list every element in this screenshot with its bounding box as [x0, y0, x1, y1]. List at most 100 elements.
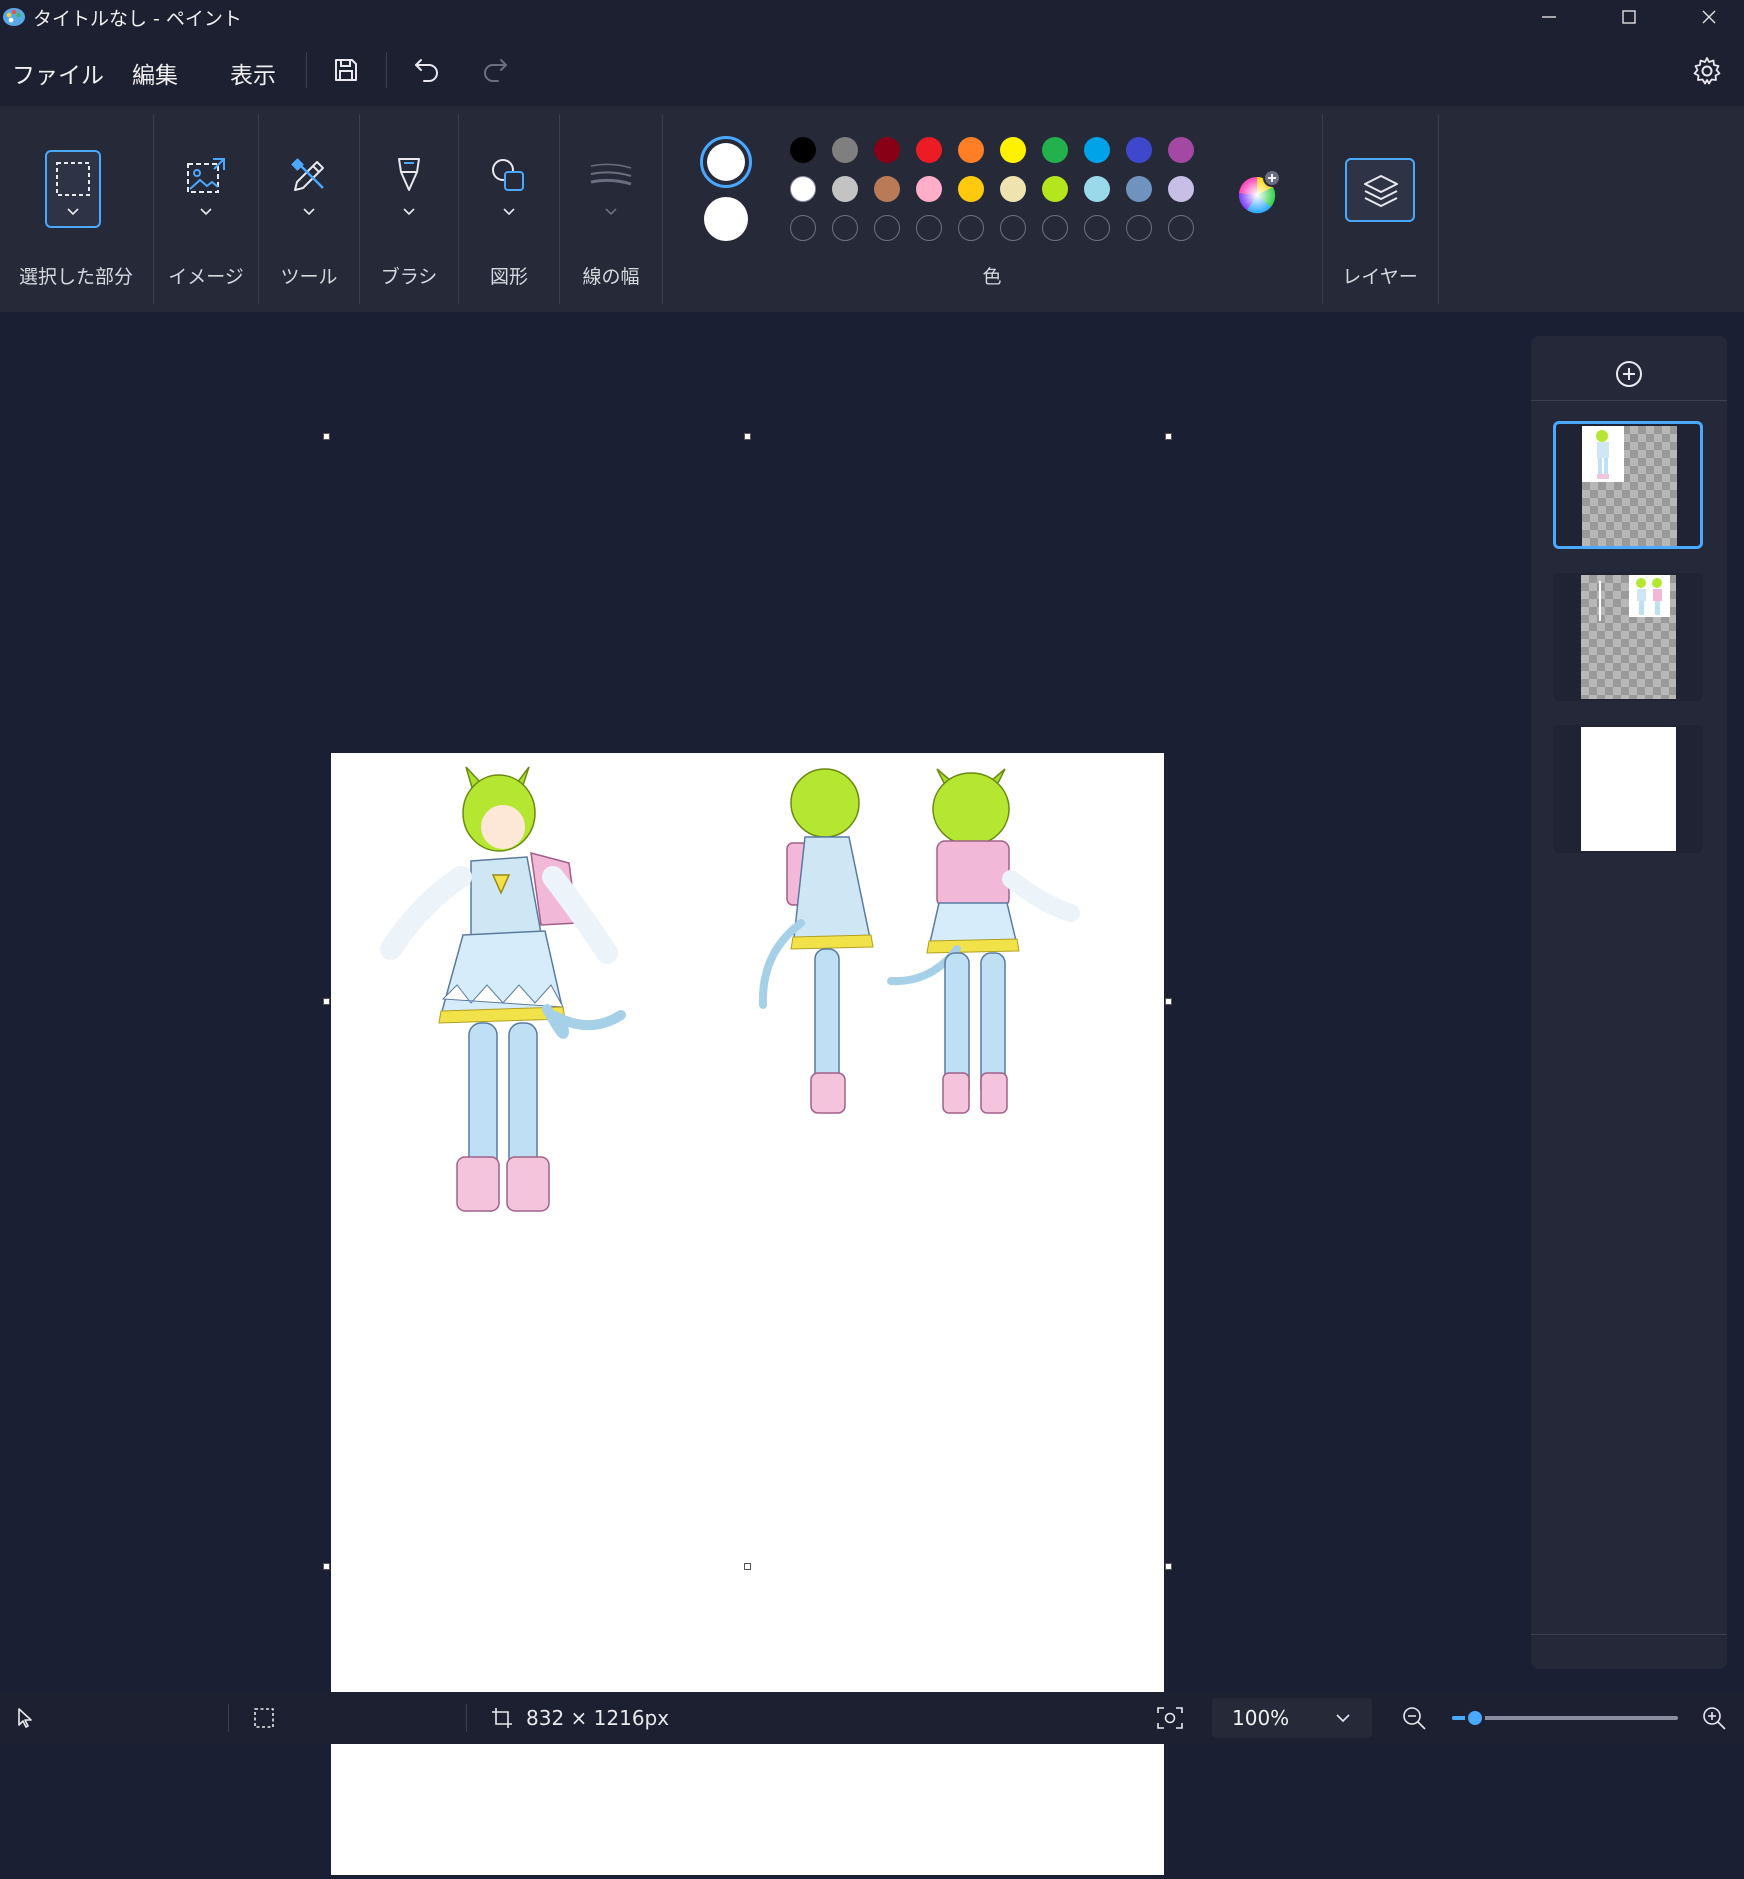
pencil-eraser-icon: [291, 158, 324, 191]
custom-color-slot[interactable]: [1000, 215, 1026, 241]
brushes-label: ブラシ: [380, 266, 438, 288]
panel-divider: [1531, 400, 1727, 401]
resize-handle[interactable]: [1165, 1563, 1172, 1570]
layer-thumbnail[interactable]: [1553, 725, 1703, 853]
color-swatch[interactable]: [916, 137, 942, 163]
character-side-view: [758, 768, 874, 1114]
color-swatch[interactable]: [1000, 176, 1026, 202]
chevron-down-icon: [605, 208, 617, 216]
primary-color[interactable]: [700, 136, 752, 188]
add-layer-button[interactable]: [1531, 336, 1727, 400]
color-swatch[interactable]: [874, 176, 900, 202]
resize-handle[interactable]: [1165, 998, 1172, 1005]
color-swatch[interactable]: [1042, 137, 1068, 163]
color-wheel-icon: [1238, 169, 1281, 214]
layer-thumbnail[interactable]: [1553, 421, 1703, 549]
save-icon: [335, 59, 357, 81]
size-button[interactable]: [584, 156, 638, 226]
color-swatch[interactable]: [1000, 137, 1026, 163]
selection-group: 選択した部分: [0, 106, 152, 312]
status-divider: [228, 1704, 229, 1732]
zoom-slider[interactable]: [1452, 1708, 1678, 1728]
color-swatch[interactable]: [832, 176, 858, 202]
menu-file[interactable]: ファイル: [12, 56, 104, 90]
redo-icon: [484, 59, 507, 82]
redo-button[interactable]: [480, 54, 510, 88]
color-swatch[interactable]: [1126, 137, 1152, 163]
color-swatch[interactable]: [1126, 176, 1152, 202]
character-thumbnail: [1636, 578, 1662, 615]
brushes-button[interactable]: [383, 156, 435, 226]
selection-button[interactable]: [45, 150, 101, 228]
zoom-out-button[interactable]: [1400, 1704, 1428, 1736]
color-swatch[interactable]: [790, 176, 816, 202]
toolbar-ribbon: 選択した部分 イメージ ツール ブラシ 図形 線の幅 色 レイヤー: [0, 106, 1744, 312]
selection-size-button[interactable]: [252, 1706, 276, 1734]
menu-view[interactable]: 表示: [230, 56, 276, 90]
edit-colors-button[interactable]: [1235, 169, 1283, 217]
maximize-button[interactable]: [1589, 0, 1669, 34]
resize-handle[interactable]: [323, 998, 330, 1005]
fit-to-window-button[interactable]: [1156, 1705, 1184, 1735]
brush-icon: [398, 158, 420, 191]
custom-color-slot[interactable]: [1126, 215, 1152, 241]
chevron-down-icon: [503, 208, 515, 216]
custom-color-slot[interactable]: [790, 215, 816, 241]
minimize-button[interactable]: [1509, 0, 1589, 34]
shapes-label: 図形: [489, 266, 528, 288]
background-layer-preview: [1581, 727, 1676, 851]
color-swatch[interactable]: [1168, 176, 1194, 202]
stroke-width-icon: [590, 163, 632, 186]
resize-handle[interactable]: [323, 1563, 330, 1570]
window-title: タイトルなし - ペイント: [33, 8, 242, 30]
color-swatch[interactable]: [916, 176, 942, 202]
cursor-position-button[interactable]: [14, 1706, 38, 1734]
custom-color-slot[interactable]: [1168, 215, 1194, 241]
zoom-dropdown[interactable]: 100%: [1212, 1698, 1372, 1738]
paint-app-icon: [2, 4, 26, 28]
custom-color-slot[interactable]: [916, 215, 942, 241]
layer-thumbnail[interactable]: [1553, 573, 1703, 701]
color-swatch[interactable]: [958, 176, 984, 202]
custom-color-slot[interactable]: [874, 215, 900, 241]
layers-label: レイヤー: [1342, 266, 1418, 288]
rectangle-select-icon: [56, 162, 90, 196]
color-swatch[interactable]: [790, 137, 816, 163]
image-button[interactable]: [180, 156, 232, 226]
resize-handle[interactable]: [1165, 433, 1172, 440]
custom-color-slot[interactable]: [1084, 215, 1110, 241]
custom-color-slot[interactable]: [832, 215, 858, 241]
color-swatch[interactable]: [1084, 137, 1110, 163]
color-swatch[interactable]: [1168, 137, 1194, 163]
custom-color-slot[interactable]: [1042, 215, 1068, 241]
color-swatch[interactable]: [1042, 176, 1068, 202]
selection-icon: [254, 1708, 274, 1728]
resize-handle[interactable]: [744, 433, 751, 440]
tools-group: ツール: [259, 106, 359, 312]
shapes-group: 図形: [459, 106, 559, 312]
resize-handle[interactable]: [323, 433, 330, 440]
shapes-button[interactable]: [483, 156, 535, 226]
color-swatch[interactable]: [874, 137, 900, 163]
color-swatch[interactable]: [832, 137, 858, 163]
resize-handle[interactable]: [744, 1563, 751, 1570]
layers-toggle-button[interactable]: [1345, 158, 1415, 222]
color-swatch[interactable]: [958, 137, 984, 163]
character-back-view: [887, 768, 1080, 1114]
save-button[interactable]: [332, 56, 360, 88]
zoom-out-icon: [1403, 1707, 1426, 1730]
status-divider: [466, 1704, 467, 1732]
chevron-down-icon: [1336, 1714, 1350, 1723]
menu-edit[interactable]: 編集: [132, 56, 178, 90]
secondary-color[interactable]: [704, 197, 748, 241]
color-swatch[interactable]: [1084, 176, 1110, 202]
settings-button[interactable]: [1692, 56, 1722, 90]
close-button[interactable]: [1669, 0, 1744, 34]
colors-label: 色: [982, 266, 1002, 288]
undo-button[interactable]: [412, 54, 442, 88]
zoom-in-button[interactable]: [1700, 1704, 1728, 1736]
tools-button[interactable]: [283, 156, 335, 226]
zoom-slider-thumb[interactable]: [1465, 1708, 1485, 1728]
custom-color-slot[interactable]: [958, 215, 984, 241]
colors-group: 色: [663, 106, 1321, 312]
